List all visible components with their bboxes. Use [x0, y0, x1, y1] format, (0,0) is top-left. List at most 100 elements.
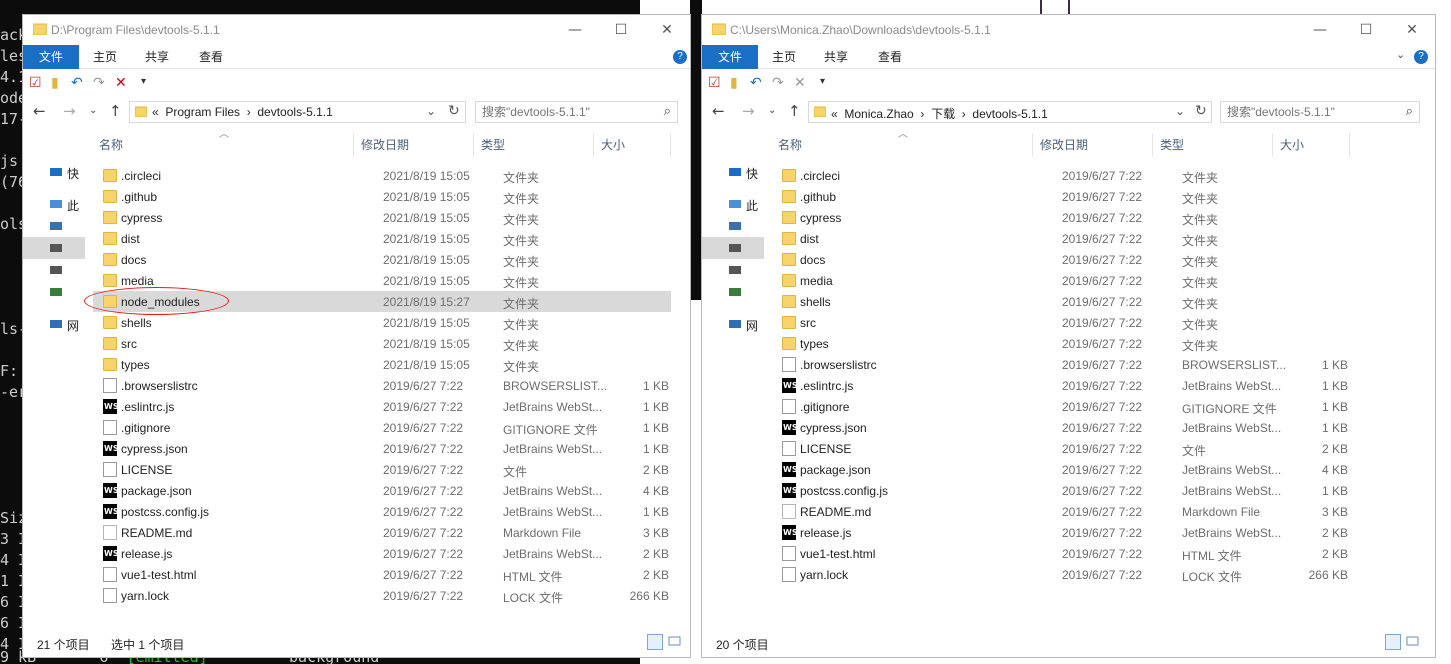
customize-toolbar-icon[interactable]: ▾: [141, 74, 146, 90]
file-row[interactable]: media 2019/6/27 7:22 文件夹: [772, 270, 1350, 291]
column-name[interactable]: 名称: [93, 133, 354, 157]
sidebar-item-nav-item[interactable]: [23, 281, 85, 303]
search-box[interactable]: ⌕: [1220, 101, 1420, 123]
sidebar-item-nav-item[interactable]: [23, 259, 85, 281]
close-button[interactable]: ✕: [644, 15, 690, 45]
file-row[interactable]: .browserslistrc 2019/6/27 7:22 BROWSERSLIS…: [772, 354, 1350, 375]
file-row[interactable]: WS cypress.json 2019/6/27 7:22 JetBrains We…: [93, 438, 671, 459]
redo-icon[interactable]: ↷: [93, 74, 105, 90]
forward-icon[interactable]: →: [63, 102, 76, 120]
file-row[interactable]: .gitignore 2019/6/27 7:22 GITIGNORE 文件 1 KB: [772, 396, 1350, 417]
file-row[interactable]: README.md 2019/6/27 7:22 Markdown File 3 KB: [93, 522, 671, 543]
file-row[interactable]: LICENSE 2019/6/27 7:22 文件 2 KB: [772, 438, 1350, 459]
file-row[interactable]: .github 2021/8/19 15:05 文件夹: [93, 186, 671, 207]
column-type[interactable]: 类型: [1154, 133, 1273, 157]
maximize-button[interactable]: ☐: [598, 15, 644, 45]
tab-share[interactable]: 共享: [824, 45, 848, 69]
sidebar-item-nav-item[interactable]: [702, 215, 764, 237]
file-row[interactable]: WS package.json 2019/6/27 7:22 JetBrains We…: [93, 480, 671, 501]
tab-share[interactable]: 共享: [145, 45, 169, 69]
address-dropdown-icon[interactable]: ⌄: [426, 104, 436, 118]
search-input[interactable]: [1227, 104, 1397, 120]
refresh-icon[interactable]: ↻: [1195, 103, 1207, 119]
tab-file[interactable]: 文件: [23, 45, 79, 69]
file-row[interactable]: types 2021/8/19 15:05 文件夹: [93, 354, 671, 375]
properties-icon[interactable]: ☑: [708, 74, 721, 90]
sidebar-item-this-pc[interactable]: 此: [23, 193, 85, 215]
help-icon[interactable]: ?: [673, 50, 687, 64]
sidebar-item-quick-access[interactable]: 快: [23, 161, 85, 183]
back-icon[interactable]: ←: [33, 102, 46, 120]
delete-icon[interactable]: ✕: [794, 74, 806, 90]
column-date[interactable]: 修改日期: [355, 133, 474, 157]
address-bar[interactable]: « Monica.Zhao › 下载 › devtools-5.1.1 ⌄ ↻: [808, 101, 1212, 123]
breadcrumb-item[interactable]: 下载: [931, 107, 955, 121]
address-bar[interactable]: « Program Files › devtools-5.1.1 ⌄ ↻: [129, 101, 466, 123]
breadcrumb-item[interactable]: Program Files: [165, 105, 240, 119]
column-name[interactable]: 名称: [772, 133, 1033, 157]
up-icon[interactable]: ↑: [788, 102, 801, 120]
file-row[interactable]: vue1-test.html 2019/6/27 7:22 HTML 文件 2 KB: [772, 543, 1350, 564]
file-row[interactable]: dist 2021/8/19 15:05 文件夹: [93, 228, 671, 249]
help-icon[interactable]: ?: [1414, 50, 1428, 64]
sidebar-item-quick-access[interactable]: 快: [702, 161, 764, 183]
breadcrumb-item[interactable]: Monica.Zhao: [844, 107, 913, 121]
file-row[interactable]: WS .eslintrc.js 2019/6/27 7:22 JetBrains We…: [772, 375, 1350, 396]
sidebar-item-nav-item[interactable]: [702, 281, 764, 303]
title-bar[interactable]: D:\Program Files\devtools-5.1.1 — ☐ ✕: [23, 15, 690, 45]
file-row[interactable]: cypress 2019/6/27 7:22 文件夹: [772, 207, 1350, 228]
forward-icon[interactable]: →: [742, 102, 755, 120]
column-size[interactable]: 大小: [1274, 133, 1350, 157]
back-icon[interactable]: ←: [712, 102, 725, 120]
file-row[interactable]: .gitignore 2019/6/27 7:22 GITIGNORE 文件 1 KB: [93, 417, 671, 438]
file-row[interactable]: shells 2021/8/19 15:05 文件夹: [93, 312, 671, 333]
maximize-button[interactable]: ☐: [1343, 15, 1389, 45]
file-row[interactable]: .circleci 2019/6/27 7:22 文件夹: [772, 165, 1350, 186]
customize-toolbar-icon[interactable]: ▾: [820, 74, 825, 90]
column-size[interactable]: 大小: [595, 133, 671, 157]
sidebar-item-network[interactable]: 网: [23, 313, 85, 335]
up-icon[interactable]: ↑: [109, 102, 122, 120]
tab-home[interactable]: 主页: [772, 45, 796, 69]
sidebar-item-nav-item[interactable]: [702, 237, 764, 259]
file-row[interactable]: README.md 2019/6/27 7:22 Markdown File 3 KB: [772, 501, 1350, 522]
search-icon[interactable]: ⌕: [1406, 104, 1413, 119]
breadcrumb-item[interactable]: devtools-5.1.1: [972, 107, 1047, 121]
file-row[interactable]: .github 2019/6/27 7:22 文件夹: [772, 186, 1350, 207]
recent-locations-icon[interactable]: ⌄: [89, 105, 97, 116]
sidebar-item-network[interactable]: 网: [702, 313, 764, 335]
file-row[interactable]: src 2021/8/19 15:05 文件夹: [93, 333, 671, 354]
file-row[interactable]: docs 2021/8/19 15:05 文件夹: [93, 249, 671, 270]
file-row[interactable]: yarn.lock 2019/6/27 7:22 LOCK 文件 266 KB: [772, 564, 1350, 585]
file-row[interactable]: WS .eslintrc.js 2019/6/27 7:22 JetBrains We…: [93, 396, 671, 417]
file-row[interactable]: cypress 2021/8/19 15:05 文件夹: [93, 207, 671, 228]
refresh-icon[interactable]: ↻: [448, 103, 460, 119]
file-row[interactable]: src 2019/6/27 7:22 文件夹: [772, 312, 1350, 333]
expand-ribbon-icon[interactable]: ⌄: [1396, 48, 1405, 61]
sidebar-item-nav-item[interactable]: [702, 259, 764, 281]
large-icons-view-icon[interactable]: [1405, 634, 1421, 650]
details-view-icon[interactable]: [1385, 634, 1401, 650]
properties-icon[interactable]: ☑: [29, 74, 42, 90]
new-folder-icon[interactable]: ▮: [730, 74, 738, 90]
column-date[interactable]: 修改日期: [1034, 133, 1153, 157]
close-button[interactable]: ✕: [1389, 15, 1435, 45]
explorer-window-right[interactable]: C:\Users\Monica.Zhao\Downloads\devtools-…: [701, 14, 1436, 658]
new-folder-icon[interactable]: ▮: [51, 74, 59, 90]
file-row[interactable]: WS release.js 2019/6/27 7:22 JetBrains WebS…: [93, 543, 671, 564]
tab-home[interactable]: 主页: [93, 45, 117, 69]
redo-icon[interactable]: ↷: [772, 74, 784, 90]
breadcrumb-item[interactable]: devtools-5.1.1: [257, 105, 332, 119]
tab-view[interactable]: 查看: [878, 45, 902, 69]
file-row[interactable]: docs 2019/6/27 7:22 文件夹: [772, 249, 1350, 270]
details-view-icon[interactable]: [647, 634, 663, 650]
tab-view[interactable]: 查看: [199, 45, 223, 69]
file-row[interactable]: .circleci 2021/8/19 15:05 文件夹: [93, 165, 671, 186]
sidebar-item-nav-item[interactable]: [23, 237, 85, 259]
file-row[interactable]: WS postcss.config.js 2019/6/27 7:22 JetBrai…: [93, 501, 671, 522]
file-row[interactable]: LICENSE 2019/6/27 7:22 文件 2 KB: [93, 459, 671, 480]
file-row[interactable]: shells 2019/6/27 7:22 文件夹: [772, 291, 1350, 312]
file-row[interactable]: .browserslistrc 2019/6/27 7:22 BROWSERSLIS…: [93, 375, 671, 396]
search-icon[interactable]: ⌕: [664, 104, 671, 119]
sidebar-item-nav-item[interactable]: [23, 215, 85, 237]
